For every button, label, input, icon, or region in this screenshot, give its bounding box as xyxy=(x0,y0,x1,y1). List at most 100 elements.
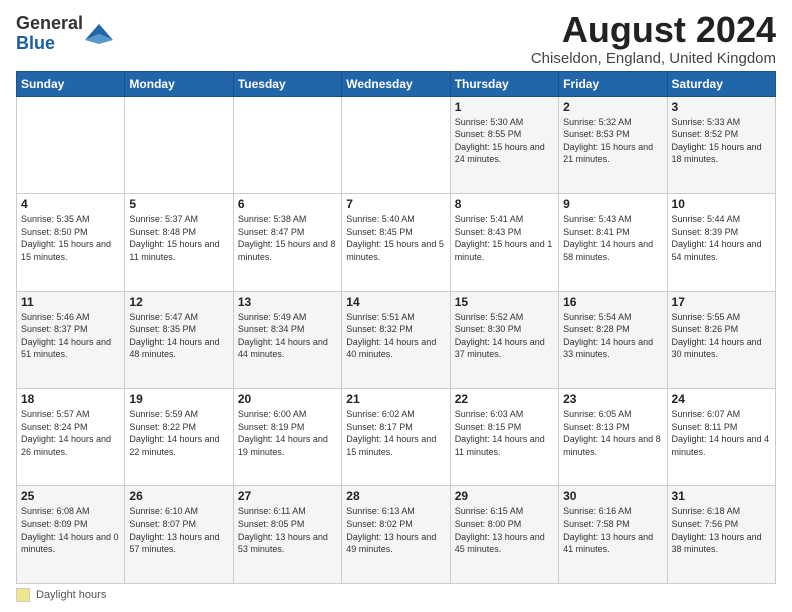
day-info: Sunrise: 5:37 AM Sunset: 8:48 PM Dayligh… xyxy=(129,213,228,263)
day-info: Sunrise: 5:30 AM Sunset: 8:55 PM Dayligh… xyxy=(455,116,554,166)
day-info: Sunrise: 6:11 AM Sunset: 8:05 PM Dayligh… xyxy=(238,505,337,555)
day-number: 12 xyxy=(129,295,228,309)
header-row: SundayMondayTuesdayWednesdayThursdayFrid… xyxy=(17,71,776,96)
week-row-5: 25 Sunrise: 6:08 AM Sunset: 8:09 PM Dayli… xyxy=(17,486,776,584)
week-row-1: 1 Sunrise: 5:30 AM Sunset: 8:55 PM Daylig… xyxy=(17,96,776,193)
day-number: 8 xyxy=(455,197,554,211)
calendar-table: SundayMondayTuesdayWednesdayThursdayFrid… xyxy=(16,71,776,584)
cell-week2-day3: 7Sunrise: 5:40 AM Sunset: 8:45 PM Daylig… xyxy=(342,194,450,291)
logo-general: General xyxy=(16,13,83,33)
day-info: Sunrise: 6:18 AM Sunset: 7:56 PM Dayligh… xyxy=(672,505,771,555)
day-info: Sunrise: 6:13 AM Sunset: 8:02 PM Dayligh… xyxy=(346,505,445,555)
day-number: 27 xyxy=(238,489,337,503)
cell-week2-day5: 9 Sunrise: 5:43 AM Sunset: 8:41 PM Daylig… xyxy=(559,194,667,291)
day-number: 14 xyxy=(346,295,445,309)
day-number: 28 xyxy=(346,489,445,503)
cell-week3-day1: 12 Sunrise: 5:47 AM Sunset: 8:35 PM Dayli… xyxy=(125,291,233,388)
day-number: 1 xyxy=(455,100,554,114)
day-info: Sunrise: 5:38 AM Sunset: 8:47 PM Dayligh… xyxy=(238,213,337,263)
cell-week1-day1 xyxy=(125,96,233,193)
cell-week4-day0: 18Sunrise: 5:57 AM Sunset: 8:24 PM Dayli… xyxy=(17,389,125,486)
cell-week3-day5: 16Sunrise: 5:54 AM Sunset: 8:28 PM Dayli… xyxy=(559,291,667,388)
cell-week2-day1: 5 Sunrise: 5:37 AM Sunset: 8:48 PM Daylig… xyxy=(125,194,233,291)
header-day-thursday: Thursday xyxy=(450,71,558,96)
day-number: 5 xyxy=(129,197,228,211)
day-info: Sunrise: 6:03 AM Sunset: 8:15 PM Dayligh… xyxy=(455,408,554,458)
day-number: 20 xyxy=(238,392,337,406)
cell-week3-day2: 13 Sunrise: 5:49 AM Sunset: 8:34 PM Dayli… xyxy=(233,291,341,388)
cell-week3-day3: 14 Sunrise: 5:51 AM Sunset: 8:32 PM Dayli… xyxy=(342,291,450,388)
day-info: Sunrise: 6:15 AM Sunset: 8:00 PM Dayligh… xyxy=(455,505,554,555)
day-info: Sunrise: 5:32 AM Sunset: 8:53 PM Dayligh… xyxy=(563,116,662,166)
logo: General Blue xyxy=(16,14,113,54)
cell-week1-day0 xyxy=(17,96,125,193)
header-day-tuesday: Tuesday xyxy=(233,71,341,96)
cell-week4-day3: 21Sunrise: 6:02 AM Sunset: 8:17 PM Dayli… xyxy=(342,389,450,486)
header-day-monday: Monday xyxy=(125,71,233,96)
day-info: Sunrise: 5:57 AM Sunset: 8:24 PM Dayligh… xyxy=(21,408,120,458)
cell-week5-day2: 27 Sunrise: 6:11 AM Sunset: 8:05 PM Dayli… xyxy=(233,486,341,584)
day-number: 25 xyxy=(21,489,120,503)
day-number: 17 xyxy=(672,295,771,309)
day-info: Sunrise: 6:07 AM Sunset: 8:11 PM Dayligh… xyxy=(672,408,771,458)
day-number: 10 xyxy=(672,197,771,211)
header-day-sunday: Sunday xyxy=(17,71,125,96)
day-number: 29 xyxy=(455,489,554,503)
title-block: August 2024 Chiseldon, England, United K… xyxy=(531,10,776,67)
cell-week4-day2: 20 Sunrise: 6:00 AM Sunset: 8:19 PM Dayli… xyxy=(233,389,341,486)
cell-week2-day4: 8 Sunrise: 5:41 AM Sunset: 8:43 PM Daylig… xyxy=(450,194,558,291)
cell-week4-day1: 19Sunrise: 5:59 AM Sunset: 8:22 PM Dayli… xyxy=(125,389,233,486)
cell-week1-day6: 3Sunrise: 5:33 AM Sunset: 8:52 PM Daylig… xyxy=(667,96,775,193)
cell-week1-day4: 1 Sunrise: 5:30 AM Sunset: 8:55 PM Daylig… xyxy=(450,96,558,193)
day-number: 24 xyxy=(672,392,771,406)
cell-week5-day3: 28 Sunrise: 6:13 AM Sunset: 8:02 PM Dayli… xyxy=(342,486,450,584)
day-info: Sunrise: 6:02 AM Sunset: 8:17 PM Dayligh… xyxy=(346,408,445,458)
logo-blue: Blue xyxy=(16,33,55,53)
cell-week4-day6: 24 Sunrise: 6:07 AM Sunset: 8:11 PM Dayli… xyxy=(667,389,775,486)
day-info: Sunrise: 5:35 AM Sunset: 8:50 PM Dayligh… xyxy=(21,213,120,263)
day-number: 6 xyxy=(238,197,337,211)
cell-week2-day0: 4 Sunrise: 5:35 AM Sunset: 8:50 PM Daylig… xyxy=(17,194,125,291)
day-info: Sunrise: 5:49 AM Sunset: 8:34 PM Dayligh… xyxy=(238,311,337,361)
day-info: Sunrise: 5:46 AM Sunset: 8:37 PM Dayligh… xyxy=(21,311,120,361)
week-row-4: 18Sunrise: 5:57 AM Sunset: 8:24 PM Dayli… xyxy=(17,389,776,486)
day-info: Sunrise: 5:54 AM Sunset: 8:28 PM Dayligh… xyxy=(563,311,662,361)
day-info: Sunrise: 6:00 AM Sunset: 8:19 PM Dayligh… xyxy=(238,408,337,458)
cell-week4-day5: 23Sunrise: 6:05 AM Sunset: 8:13 PM Dayli… xyxy=(559,389,667,486)
cell-week5-day1: 26Sunrise: 6:10 AM Sunset: 8:07 PM Dayli… xyxy=(125,486,233,584)
cell-week5-day6: 31Sunrise: 6:18 AM Sunset: 7:56 PM Dayli… xyxy=(667,486,775,584)
day-info: Sunrise: 5:44 AM Sunset: 8:39 PM Dayligh… xyxy=(672,213,771,263)
day-info: Sunrise: 5:33 AM Sunset: 8:52 PM Dayligh… xyxy=(672,116,771,166)
cell-week1-day3 xyxy=(342,96,450,193)
day-info: Sunrise: 5:59 AM Sunset: 8:22 PM Dayligh… xyxy=(129,408,228,458)
calendar-subtitle: Chiseldon, England, United Kingdom xyxy=(531,50,776,67)
day-info: Sunrise: 5:47 AM Sunset: 8:35 PM Dayligh… xyxy=(129,311,228,361)
day-number: 22 xyxy=(455,392,554,406)
cell-week5-day0: 25 Sunrise: 6:08 AM Sunset: 8:09 PM Dayli… xyxy=(17,486,125,584)
cell-week3-day0: 11Sunrise: 5:46 AM Sunset: 8:37 PM Dayli… xyxy=(17,291,125,388)
cell-week5-day4: 29 Sunrise: 6:15 AM Sunset: 8:00 PM Dayli… xyxy=(450,486,558,584)
calendar-title: August 2024 xyxy=(531,10,776,50)
cell-week1-day2 xyxy=(233,96,341,193)
day-info: Sunrise: 5:51 AM Sunset: 8:32 PM Dayligh… xyxy=(346,311,445,361)
day-number: 4 xyxy=(21,197,120,211)
cell-week5-day5: 30Sunrise: 6:16 AM Sunset: 7:58 PM Dayli… xyxy=(559,486,667,584)
day-number: 2 xyxy=(563,100,662,114)
legend-box xyxy=(16,588,30,602)
footer: Daylight hours xyxy=(16,588,776,602)
day-info: Sunrise: 6:10 AM Sunset: 8:07 PM Dayligh… xyxy=(129,505,228,555)
header-day-friday: Friday xyxy=(559,71,667,96)
cell-week3-day4: 15 Sunrise: 5:52 AM Sunset: 8:30 PM Dayli… xyxy=(450,291,558,388)
header-day-saturday: Saturday xyxy=(667,71,775,96)
week-row-2: 4 Sunrise: 5:35 AM Sunset: 8:50 PM Daylig… xyxy=(17,194,776,291)
day-number: 9 xyxy=(563,197,662,211)
day-info: Sunrise: 5:41 AM Sunset: 8:43 PM Dayligh… xyxy=(455,213,554,263)
day-info: Sunrise: 5:43 AM Sunset: 8:41 PM Dayligh… xyxy=(563,213,662,263)
day-number: 15 xyxy=(455,295,554,309)
day-info: Sunrise: 5:52 AM Sunset: 8:30 PM Dayligh… xyxy=(455,311,554,361)
header-day-wednesday: Wednesday xyxy=(342,71,450,96)
day-info: Sunrise: 6:08 AM Sunset: 8:09 PM Dayligh… xyxy=(21,505,120,555)
week-row-3: 11Sunrise: 5:46 AM Sunset: 8:37 PM Dayli… xyxy=(17,291,776,388)
day-number: 7 xyxy=(346,197,445,211)
day-number: 13 xyxy=(238,295,337,309)
